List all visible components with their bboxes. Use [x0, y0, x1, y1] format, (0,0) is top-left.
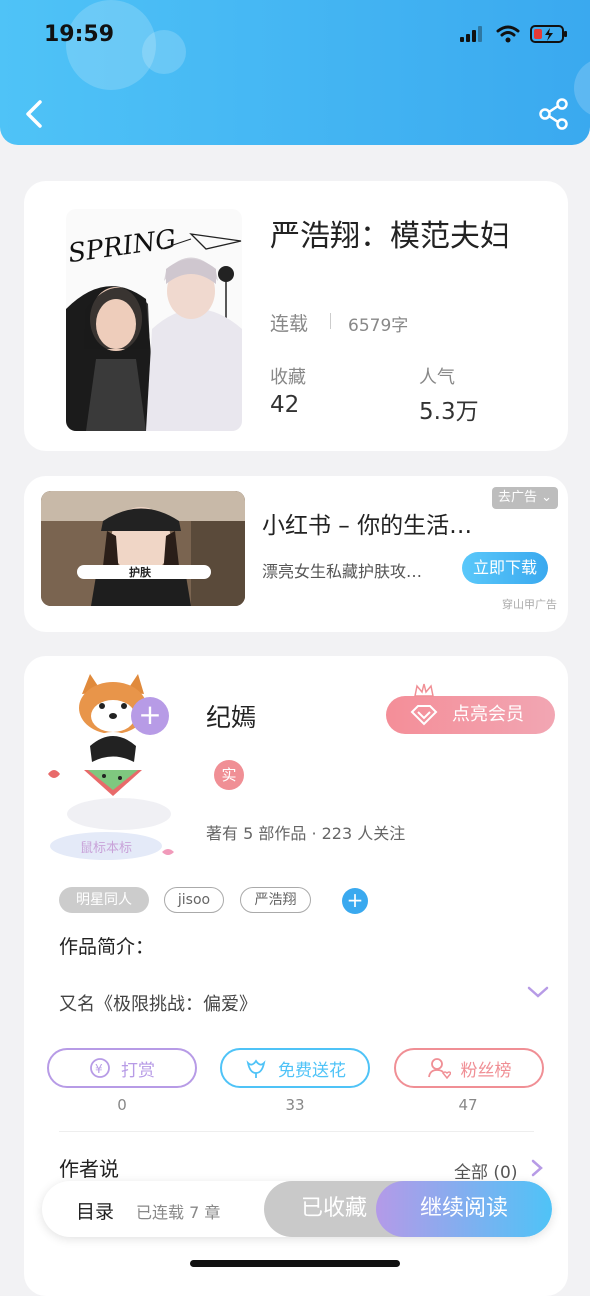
follow-author-button[interactable]: +: [131, 697, 169, 735]
book-status: 连载: [270, 313, 309, 335]
intro-text: 又名《极限挑战：偏爱》: [59, 994, 257, 1015]
toc-button[interactable]: 目录: [76, 1197, 114, 1224]
favorites-label: 收藏: [270, 367, 306, 388]
ad-photo: 护肤: [41, 491, 245, 606]
svg-text:¥: ¥: [95, 1062, 103, 1076]
flower-icon: [246, 1059, 266, 1078]
tag-item[interactable]: 严浩翔: [240, 887, 311, 913]
share-button[interactable]: [536, 96, 572, 132]
coin-icon: ¥: [90, 1058, 110, 1078]
vip-button[interactable]: 点亮会员: [386, 683, 555, 734]
divider: [330, 313, 331, 329]
author-name: 纪嫣: [206, 703, 257, 732]
tag-item[interactable]: jisoo: [164, 887, 224, 913]
popularity-label: 人气: [419, 367, 455, 388]
tip-label: 打赏: [121, 1060, 155, 1081]
ad-description: 漂亮女生私藏护肤攻…: [262, 562, 423, 581]
ad-image-text: 护肤: [129, 565, 152, 579]
book-title: 严浩翔：模范夫妇: [270, 219, 510, 254]
vip-label: 点亮会员: [452, 704, 524, 725]
download-button[interactable]: 立即下载: [462, 552, 548, 584]
flower-count: 33: [285, 1096, 305, 1114]
send-flower-label: 免费送花: [278, 1060, 346, 1081]
user-heart-icon: [427, 1058, 451, 1079]
avatar-badge-text: 鼠标本标: [80, 841, 132, 856]
ad-source: 穿山甲广告: [502, 598, 557, 611]
ad-card[interactable]: 护肤 小红书 – 你的生活… 漂亮女生私藏护肤攻… 去广告 ⌄ 立即下载 穿山甲…: [24, 476, 568, 632]
bottom-action-bar: 目录 已连载 7 章 已收藏 继续阅读: [42, 1181, 552, 1237]
avatar-image: 鼠标本标: [48, 674, 174, 860]
word-count: 6579字: [348, 316, 409, 336]
fan-rank-button[interactable]: 粉丝榜: [394, 1048, 544, 1088]
divider: [59, 1131, 534, 1132]
fan-rank-label: 粉丝榜: [460, 1060, 512, 1081]
continue-reading-button[interactable]: 继续阅读: [376, 1181, 552, 1237]
battery-icon: [530, 25, 567, 43]
book-cover[interactable]: SPRING: [66, 209, 242, 431]
chevron-right-icon[interactable]: [530, 1158, 544, 1178]
remove-ad-button[interactable]: 去广告 ⌄: [492, 487, 558, 509]
header: 19:59: [0, 0, 590, 145]
popularity-value: 5.3万: [419, 399, 479, 425]
status-icons: [460, 24, 568, 44]
remove-ad-label: 去广告: [497, 490, 537, 505]
diamond-icon: [410, 705, 438, 726]
fan-count: 47: [458, 1096, 478, 1114]
ad-image[interactable]: 护肤: [41, 491, 245, 606]
tip-button[interactable]: ¥ 打赏: [47, 1048, 197, 1088]
status-time: 19:59: [44, 22, 115, 47]
author-say-all-link[interactable]: 全部 (0): [454, 1158, 517, 1183]
share-icon: [539, 98, 568, 130]
chapter-count: 已连载 7 章: [136, 1203, 221, 1222]
chevron-down-icon: [527, 986, 549, 998]
ad-title: 小红书 – 你的生活…: [262, 513, 473, 539]
author-say-label: 作者说: [59, 1157, 119, 1181]
author-avatar[interactable]: 鼠标本标: [44, 666, 194, 866]
favorites-value: 42: [270, 392, 300, 418]
book-info-card: SPRING 严浩翔：模范夫妇 连载 6579字 收藏 42 人气 5.3万: [24, 181, 568, 451]
verified-badge: 实: [214, 760, 244, 790]
signal-icon: [460, 26, 482, 42]
home-indicator: [190, 1260, 400, 1267]
expand-button[interactable]: [526, 983, 550, 1001]
add-tag-button[interactable]: +: [342, 888, 368, 914]
cover-art: SPRING: [66, 209, 242, 431]
wifi-icon: [496, 25, 520, 43]
chevron-down-icon: ⌄: [541, 490, 553, 505]
send-flower-button[interactable]: 免费送花: [220, 1048, 370, 1088]
status-bar: 19:59: [0, 0, 590, 70]
intro-label: 作品简介：: [59, 936, 155, 958]
chevron-left-icon: [26, 100, 42, 128]
author-meta: 著有 5 部作品 · 223 人关注: [206, 824, 406, 843]
tip-count: 0: [117, 1096, 127, 1114]
back-button[interactable]: [18, 96, 54, 132]
tag-item[interactable]: 明星同人: [59, 887, 149, 913]
crown-icon: [414, 683, 434, 697]
